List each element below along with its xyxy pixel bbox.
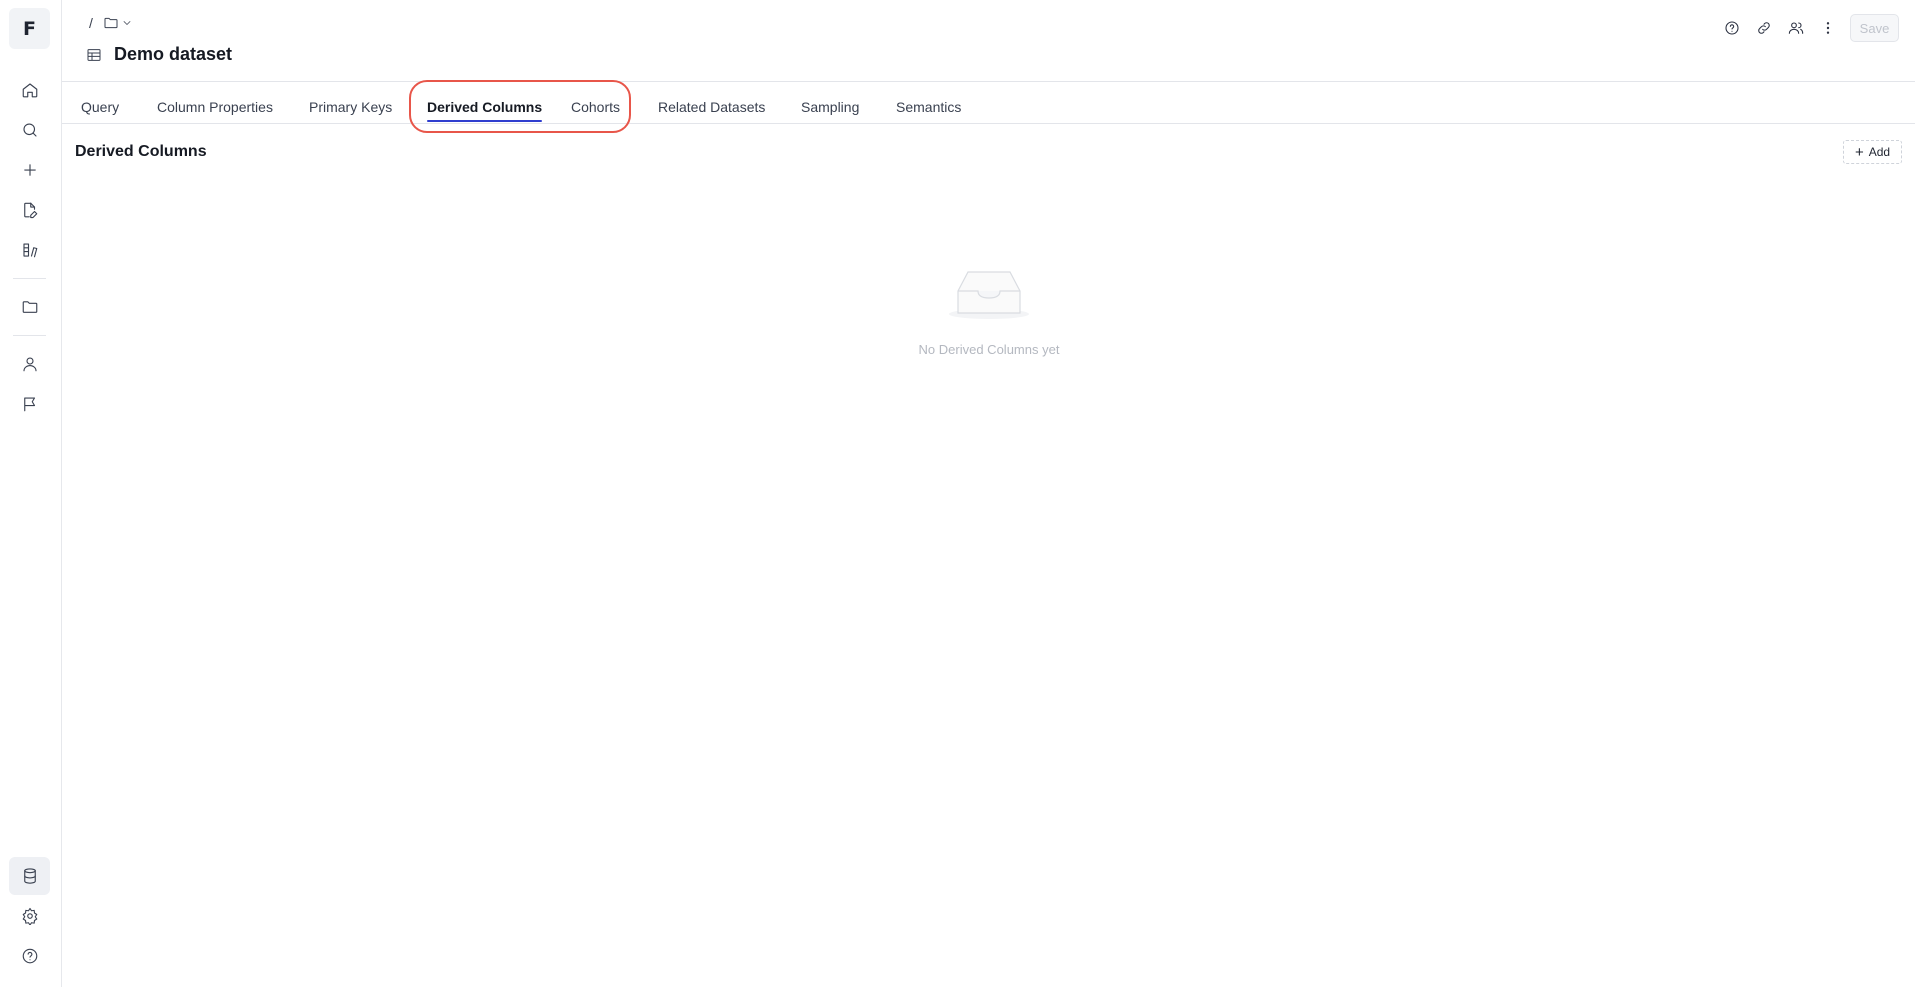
folder-icon[interactable]: [9, 288, 50, 326]
users-icon[interactable]: [1784, 16, 1808, 40]
breadcrumb-separator: /: [89, 15, 93, 31]
lab-icon[interactable]: [9, 231, 50, 269]
user-icon[interactable]: [9, 345, 50, 383]
tab-sampling[interactable]: Sampling: [801, 99, 859, 121]
folder-icon: [104, 17, 118, 29]
folder-dropdown[interactable]: [103, 15, 133, 31]
page-title: Demo dataset: [114, 44, 233, 64]
empty-state-text: No Derived Columns yet: [918, 342, 1060, 357]
file-edit-icon[interactable]: [9, 191, 50, 229]
app-logo[interactable]: F: [9, 8, 50, 49]
add-button[interactable]: + Add: [1843, 140, 1902, 164]
tab-primary-keys[interactable]: Primary Keys: [309, 99, 392, 121]
table-icon: [87, 48, 101, 61]
plus-icon[interactable]: [9, 151, 50, 189]
top-actions: Save: [1720, 14, 1899, 42]
title-row: Demo dataset: [86, 44, 232, 65]
add-button-label: Add: [1868, 145, 1891, 159]
home-icon[interactable]: [9, 71, 50, 109]
chevron-down-icon: [123, 21, 131, 25]
save-button[interactable]: Save: [1850, 14, 1899, 42]
tab-cohorts[interactable]: Cohorts: [571, 99, 620, 121]
plus-icon: +: [1854, 143, 1864, 161]
tab-query[interactable]: Query: [81, 99, 119, 121]
more-vertical-icon[interactable]: [1816, 16, 1840, 40]
help-icon[interactable]: [9, 937, 50, 975]
database-icon[interactable]: [9, 857, 50, 895]
empty-inbox-icon: [949, 271, 1029, 319]
empty-state: No Derived Columns yet: [889, 264, 1089, 357]
tab-derived-columns[interactable]: Derived Columns: [427, 99, 543, 122]
help-circle-icon[interactable]: [1720, 16, 1744, 40]
breadcrumb: /: [89, 15, 133, 31]
flag-icon[interactable]: [9, 385, 50, 423]
search-icon[interactable]: [9, 111, 50, 149]
gear-icon[interactable]: [9, 897, 50, 935]
sidebar: F: [0, 0, 62, 987]
tab-semantics[interactable]: Semantics: [896, 99, 961, 121]
link-icon[interactable]: [1752, 16, 1776, 40]
tab-bar: Query Column Properties Primary Keys Der…: [62, 82, 1915, 124]
section-title: Derived Columns: [75, 143, 207, 160]
tab-column-properties[interactable]: Column Properties: [157, 99, 273, 121]
tab-related-datasets[interactable]: Related Datasets: [658, 99, 765, 121]
